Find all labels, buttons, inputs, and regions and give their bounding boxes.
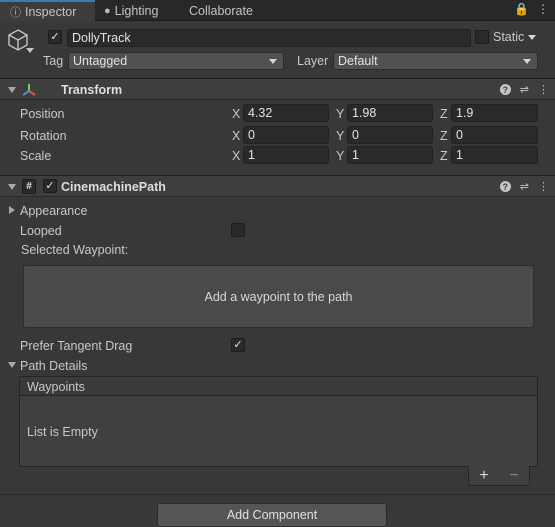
chevron-down-icon[interactable]: [26, 48, 34, 53]
tab-label: Collaborate: [189, 3, 253, 18]
help-icon[interactable]: ?: [499, 181, 511, 192]
prefer-tangent-label: Prefer Tangent Drag: [20, 339, 133, 353]
looped-label: Looped: [20, 224, 62, 238]
tab-label: Lighting: [114, 3, 159, 18]
script-icon: #: [22, 179, 36, 194]
axis-z-label[interactable]: Z: [440, 129, 448, 143]
fold-down-icon[interactable]: [8, 184, 16, 190]
position-y-input[interactable]: 1.98: [347, 104, 433, 122]
tag-label: Tag: [43, 54, 64, 68]
static-label[interactable]: Static: [493, 30, 524, 44]
axis-x-label[interactable]: X: [232, 129, 240, 143]
axis-y-label[interactable]: Y: [336, 107, 344, 121]
transform-title: Transform: [61, 83, 123, 97]
appearance-foldout[interactable]: Appearance: [20, 204, 87, 218]
layer-label: Layer: [297, 54, 329, 68]
preset-icon[interactable]: ⇌: [520, 180, 529, 193]
waypoints-header: Waypoints: [27, 380, 85, 394]
fold-down-icon[interactable]: [8, 362, 16, 368]
divider: [0, 494, 555, 495]
chevron-down-icon: [523, 59, 531, 64]
more-menu-icon[interactable]: ⋮: [537, 2, 549, 16]
rotation-label: Rotation: [20, 129, 67, 143]
axis-x-label[interactable]: X: [232, 149, 240, 163]
rotation-y-input[interactable]: 0: [347, 126, 433, 144]
position-z-input[interactable]: 1.9: [451, 104, 538, 122]
axis-x-label[interactable]: X: [232, 107, 240, 121]
axis-y-label[interactable]: Y: [336, 129, 344, 143]
transform-header-icons: ? ⇌ ⋮: [499, 83, 549, 96]
path-details-foldout[interactable]: Path Details: [20, 359, 87, 373]
axis-z-label[interactable]: Z: [440, 107, 448, 121]
active-checkbox[interactable]: ✓: [48, 30, 62, 44]
scale-y-input[interactable]: 1: [347, 146, 433, 164]
chevron-down-icon: [269, 59, 277, 64]
add-component-button[interactable]: Add Component: [157, 503, 387, 527]
selected-waypoint-label: Selected Waypoint:: [21, 243, 129, 257]
position-x-input[interactable]: 4.32: [243, 104, 329, 122]
preset-icon[interactable]: ⇌: [520, 83, 529, 96]
waypoint-panel: Add a waypoint to the path: [23, 265, 534, 328]
tab-inspector[interactable]: ⓘ Inspector: [0, 0, 95, 22]
tag-value: Untagged: [73, 54, 128, 68]
static-dropdown-icon[interactable]: [528, 35, 536, 40]
fold-right-icon[interactable]: [9, 206, 15, 214]
layer-value: Default: [338, 54, 378, 68]
more-menu-icon[interactable]: ⋮: [538, 180, 549, 193]
lock-icon[interactable]: 🔒: [514, 2, 529, 16]
bulb-icon: ●: [104, 4, 111, 17]
component-enabled-checkbox[interactable]: ✓: [43, 179, 57, 193]
rotation-x-input[interactable]: 0: [243, 126, 329, 144]
rotation-z-input[interactable]: 0: [451, 126, 538, 144]
static-checkbox[interactable]: [475, 30, 489, 44]
tag-dropdown[interactable]: Untagged: [68, 52, 284, 70]
layer-dropdown[interactable]: Default: [333, 52, 538, 70]
scale-z-input[interactable]: 1: [451, 146, 538, 164]
prefer-tangent-checkbox[interactable]: ✓: [231, 338, 245, 352]
scale-label: Scale: [20, 149, 52, 163]
position-label: Position: [20, 107, 65, 121]
tab-bar-controls: 🔒 ⋮: [514, 2, 549, 16]
more-menu-icon[interactable]: ⋮: [538, 83, 549, 96]
tab-collaborate[interactable]: Collaborate: [189, 0, 253, 21]
cinemachinepath-title: CinemachinePath: [61, 180, 166, 194]
info-icon: ⓘ: [10, 7, 21, 19]
list-footer: + −: [468, 466, 530, 486]
object-name-input[interactable]: DollyTrack: [67, 29, 471, 47]
transform-axes-icon: [22, 84, 36, 96]
add-waypoint-text: Add a waypoint to the path: [204, 289, 353, 304]
scale-x-input[interactable]: 1: [243, 146, 329, 164]
list-empty-text: List is Empty: [27, 425, 98, 439]
help-icon[interactable]: ?: [499, 84, 511, 95]
add-component-label: Add Component: [226, 508, 318, 522]
tab-label: Inspector: [25, 5, 77, 19]
remove-item-button[interactable]: −: [509, 467, 518, 485]
fold-down-icon[interactable]: [8, 87, 16, 93]
looped-checkbox[interactable]: [231, 223, 245, 237]
axis-y-label[interactable]: Y: [336, 149, 344, 163]
tab-lighting[interactable]: ● Lighting: [104, 0, 158, 21]
axis-z-label[interactable]: Z: [440, 149, 448, 163]
cinemachinepath-header-icons: ? ⇌ ⋮: [499, 180, 549, 193]
add-item-button[interactable]: +: [479, 467, 488, 485]
waypoints-list-header: [20, 377, 537, 396]
